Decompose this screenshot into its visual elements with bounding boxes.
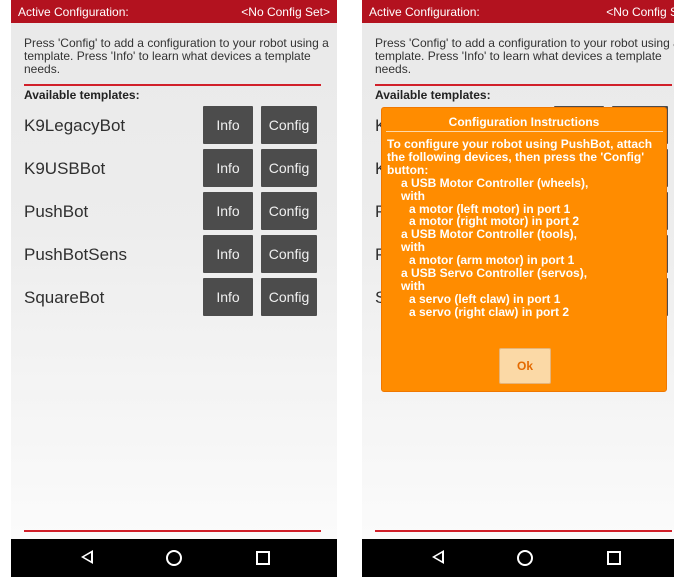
instructions-text: Press 'Config' to add a configuration to… <box>375 36 674 76</box>
info-button[interactable]: Info <box>203 106 253 144</box>
home-icon[interactable] <box>166 550 182 566</box>
template-name: K9USBBot <box>24 159 106 178</box>
instructions-text: Press 'Config' to add a configuration to… <box>24 36 329 76</box>
template-name: PushBotSens <box>24 245 128 264</box>
info-button[interactable]: Info <box>203 235 253 273</box>
right-screen: Active Configuration: <No Config Set> Pr… <box>362 0 674 577</box>
device-line: a USB Motor Controller (tools), <box>401 227 577 242</box>
navigation-bar <box>11 539 337 577</box>
config-button[interactable]: Config <box>261 106 317 144</box>
back-icon[interactable] <box>432 550 444 564</box>
device-line: with <box>401 278 425 293</box>
dialog-title: Configuration Instructions <box>448 115 600 129</box>
bottom-divider <box>24 530 321 532</box>
left-screen: Active Configuration: <No Config Set> Pr… <box>11 0 337 577</box>
template-name: K9LegacyBot <box>24 116 126 135</box>
template-row: SquareBot Info Config <box>11 278 337 318</box>
divider <box>375 84 672 86</box>
template-row: K9LegacyBot Info Config <box>11 106 337 146</box>
dialog-body: To configure your robot using PushBot, a… <box>387 138 665 319</box>
config-button[interactable]: Config <box>261 278 317 316</box>
config-button[interactable]: Config <box>261 149 317 187</box>
template-name: SquareBot <box>24 288 105 307</box>
device-line: a USB Servo Controller (servos), <box>401 266 588 281</box>
recent-apps-icon[interactable] <box>256 551 270 565</box>
dialog-intro: To configure your robot using PushBot, a… <box>387 137 653 177</box>
navigation-bar <box>362 539 674 577</box>
ok-button[interactable]: Ok <box>499 348 551 384</box>
active-config-label: Active Configuration: <box>18 4 129 19</box>
bottom-divider <box>375 530 672 532</box>
template-row: PushBot Info Config <box>11 192 337 232</box>
active-config-label: Active Configuration: <box>369 4 480 19</box>
device-line: a servo (left claw) in port 1 <box>409 291 561 306</box>
device-line: with <box>401 188 425 203</box>
template-name: PushBot <box>24 202 89 221</box>
info-button[interactable]: Info <box>203 278 253 316</box>
divider <box>24 84 321 86</box>
device-line: a USB Motor Controller (wheels), <box>401 175 589 190</box>
available-templates-label: Available templates: <box>24 88 140 102</box>
info-button[interactable]: Info <box>203 149 253 187</box>
configuration-instructions-dialog: Configuration Instructions To configure … <box>381 107 667 392</box>
info-button[interactable]: Info <box>203 192 253 230</box>
active-config-bar: Active Configuration: <No Config Set> <box>11 0 337 23</box>
dialog-divider <box>386 131 663 132</box>
available-templates-label: Available templates: <box>375 88 491 102</box>
home-icon[interactable] <box>517 550 533 566</box>
config-button[interactable]: Config <box>261 192 317 230</box>
config-button[interactable]: Config <box>261 235 317 273</box>
back-icon[interactable] <box>81 550 93 564</box>
device-line: a servo (right claw) in port 2 <box>409 304 570 319</box>
config-status: <No Config Set> <box>606 4 674 19</box>
template-row: K9USBBot Info Config <box>11 149 337 189</box>
active-config-bar: Active Configuration: <No Config Set> <box>362 0 674 23</box>
template-row: PushBotSens Info Config <box>11 235 337 275</box>
config-status: <No Config Set> <box>241 4 330 19</box>
recent-apps-icon[interactable] <box>607 551 621 565</box>
